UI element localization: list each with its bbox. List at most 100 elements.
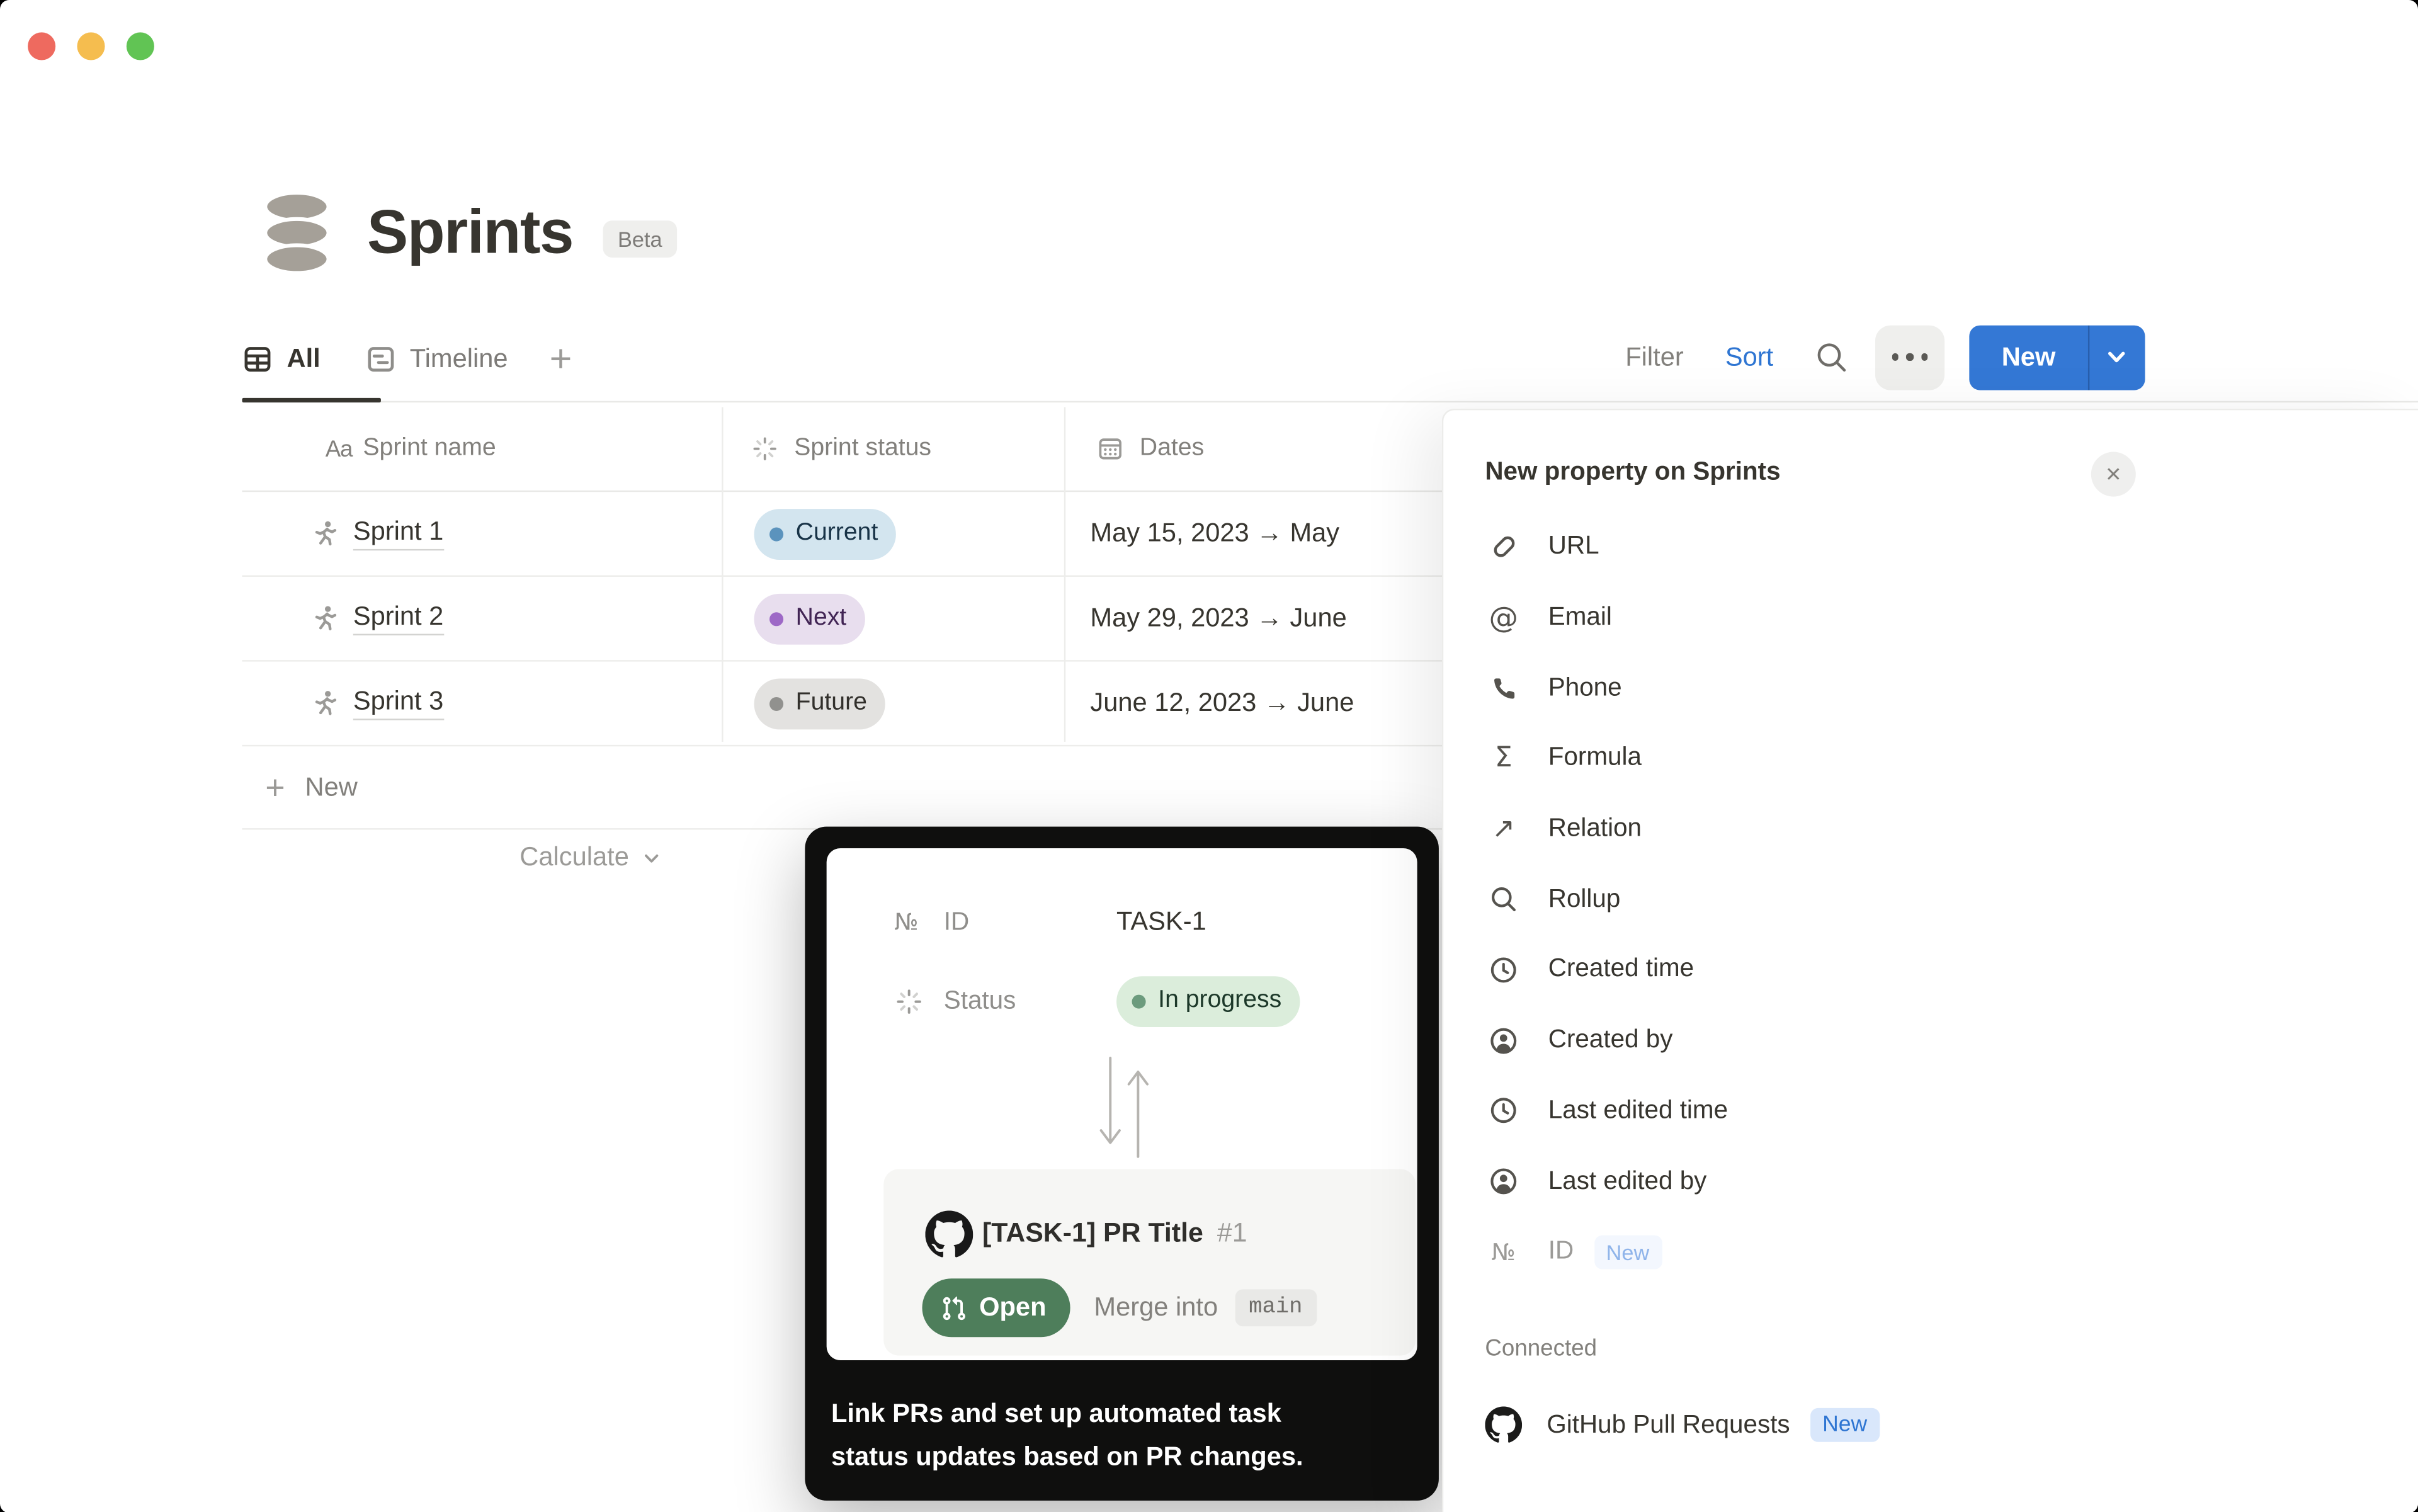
- cell-sprint-status[interactable]: Next: [722, 593, 1064, 644]
- property-type-list: URL @ Email Phone Σ Formula ↗ Relat: [1443, 512, 2418, 1287]
- github-logo-icon: [925, 1210, 973, 1258]
- tab-all-label: All: [287, 344, 321, 375]
- status-pill: Future: [754, 678, 886, 729]
- caption-line-1: Link PRs and set up automated task: [831, 1392, 1417, 1435]
- cell-sprint-status[interactable]: Future: [722, 678, 1064, 729]
- task-id-row: № ID TASK-1: [894, 894, 1206, 950]
- tab-timeline[interactable]: Timeline: [365, 344, 508, 375]
- cell-sprint-name[interactable]: Sprint 1: [242, 516, 722, 550]
- property-option-formula[interactable]: Σ Formula: [1443, 724, 2418, 794]
- runner-icon: [309, 518, 339, 549]
- minimize-window-button[interactable]: [77, 32, 105, 60]
- status-dot: [769, 696, 783, 710]
- task-preview-card: № ID TASK-1 Status In progress: [827, 848, 1417, 1360]
- new-button[interactable]: New: [1969, 325, 2145, 390]
- property-option-last-edited-time[interactable]: Last edited time: [1443, 1076, 2418, 1146]
- new-property-panel: New property on Sprints × URL @ Email: [1442, 409, 2418, 1512]
- close-window-button[interactable]: [28, 32, 55, 60]
- github-pull-requests-label: GitHub Pull Requests: [1547, 1411, 1790, 1440]
- window-controls: [28, 32, 154, 60]
- ellipsis-icon: [1892, 353, 1899, 360]
- new-feature-badge: New: [1810, 1408, 1879, 1442]
- calculate-button[interactable]: Calculate: [519, 842, 661, 873]
- property-option-relation[interactable]: ↗ Relation: [1443, 794, 2418, 865]
- add-view-button[interactable]: +: [550, 344, 572, 375]
- date-range: May 15, 2023 → May: [1090, 518, 1339, 549]
- header-sprint-name[interactable]: Aa Sprint name: [242, 435, 722, 463]
- pr-meta-row: Open Merge into main: [922, 1278, 1316, 1337]
- tab-all[interactable]: All: [242, 344, 320, 375]
- sprint-page-link[interactable]: Sprint 1: [353, 516, 443, 550]
- column-divider[interactable]: [722, 407, 723, 742]
- property-option-url[interactable]: URL: [1443, 512, 2418, 583]
- pr-state-badge: Open: [922, 1278, 1070, 1337]
- git-pull-request-icon: [941, 1295, 967, 1321]
- runner-icon: [309, 603, 339, 634]
- status-spinner-icon: [751, 435, 779, 463]
- column-divider[interactable]: [1064, 407, 1065, 742]
- sync-arrows-icon: [1086, 1052, 1162, 1162]
- cell-sprint-name[interactable]: Sprint 3: [242, 686, 722, 720]
- id-number-icon: №: [1485, 1238, 1522, 1266]
- page-header: Sprints Beta: [262, 186, 678, 279]
- status-pill: Current: [754, 508, 897, 559]
- status-dot: [769, 526, 783, 540]
- sort-button[interactable]: Sort: [1725, 341, 1773, 372]
- text-property-icon: Aa: [326, 436, 353, 462]
- arrow-up-right-icon: ↗: [1485, 813, 1522, 845]
- cell-sprint-name[interactable]: Sprint 2: [242, 601, 722, 635]
- cell-sprint-status[interactable]: Current: [722, 508, 1064, 559]
- clock-icon: [1485, 1096, 1522, 1127]
- sprint-page-link[interactable]: Sprint 3: [353, 686, 443, 720]
- more-options-button[interactable]: [1875, 325, 1944, 390]
- pr-preview-card: [TASK-1] PR Title#1 Open Merge into main: [883, 1169, 1416, 1355]
- calendar-icon: [1096, 435, 1124, 463]
- new-dropdown-button[interactable]: [2089, 346, 2145, 369]
- property-option-email[interactable]: @ Email: [1443, 583, 2418, 653]
- page-title: Sprints: [367, 198, 573, 268]
- feature-caption: Link PRs and set up automated task statu…: [831, 1392, 1417, 1477]
- sigma-icon: Σ: [1485, 742, 1522, 775]
- person-circle-icon: [1485, 1166, 1522, 1197]
- id-property-label: ID: [944, 907, 1116, 937]
- github-feature-popup: № ID TASK-1 Status In progress: [805, 827, 1439, 1501]
- date-range: May 29, 2023 → June: [1090, 603, 1346, 634]
- app-window: Sprints Beta All Timeline + Filter Sort: [0, 0, 2418, 1512]
- id-number-icon: №: [894, 908, 943, 936]
- at-sign-icon: @: [1485, 601, 1522, 635]
- property-option-phone[interactable]: Phone: [1443, 653, 2418, 724]
- timeline-view-icon: [365, 344, 396, 375]
- search-button[interactable]: [1813, 339, 1851, 376]
- close-panel-button[interactable]: ×: [2091, 452, 2136, 497]
- property-option-rollup[interactable]: Rollup: [1443, 865, 2418, 935]
- status-pill: In progress: [1116, 975, 1300, 1026]
- table-view-icon: [242, 344, 273, 375]
- pr-number: #1: [1217, 1217, 1247, 1248]
- property-option-id[interactable]: № ID New: [1443, 1217, 2418, 1287]
- connected-github-option[interactable]: GitHub Pull Requests New: [1485, 1392, 1879, 1457]
- zoom-window-button[interactable]: [127, 32, 154, 60]
- task-status-row: Status In progress: [894, 973, 1300, 1028]
- connected-section-header: Connected: [1485, 1336, 1597, 1362]
- link-icon: [1485, 531, 1522, 563]
- beta-badge: Beta: [603, 220, 678, 258]
- sprint-page-link[interactable]: Sprint 2: [353, 601, 443, 635]
- magnifier-icon: [1485, 884, 1522, 915]
- clock-icon: [1485, 955, 1522, 986]
- header-sprint-status-label: Sprint status: [794, 435, 931, 463]
- header-sprint-status[interactable]: Sprint status: [722, 435, 1064, 463]
- close-icon: ×: [2106, 461, 2121, 487]
- property-option-created-time[interactable]: Created time: [1443, 935, 2418, 1005]
- panel-title: New property on Sprints: [1485, 458, 1780, 487]
- database-icon: [262, 191, 331, 275]
- person-circle-icon: [1485, 1025, 1522, 1056]
- filter-button[interactable]: Filter: [1625, 341, 1684, 372]
- date-range: June 12, 2023 → June: [1090, 688, 1354, 719]
- status-dot: [1132, 994, 1146, 1008]
- status-property-label: Status: [944, 986, 1116, 1016]
- property-option-last-edited-by[interactable]: Last edited by: [1443, 1146, 2418, 1217]
- property-option-created-by[interactable]: Created by: [1443, 1005, 2418, 1076]
- add-row-label: New: [305, 772, 358, 803]
- viewbar-divider: [242, 401, 2418, 402]
- branch-name-chip: main: [1235, 1289, 1316, 1326]
